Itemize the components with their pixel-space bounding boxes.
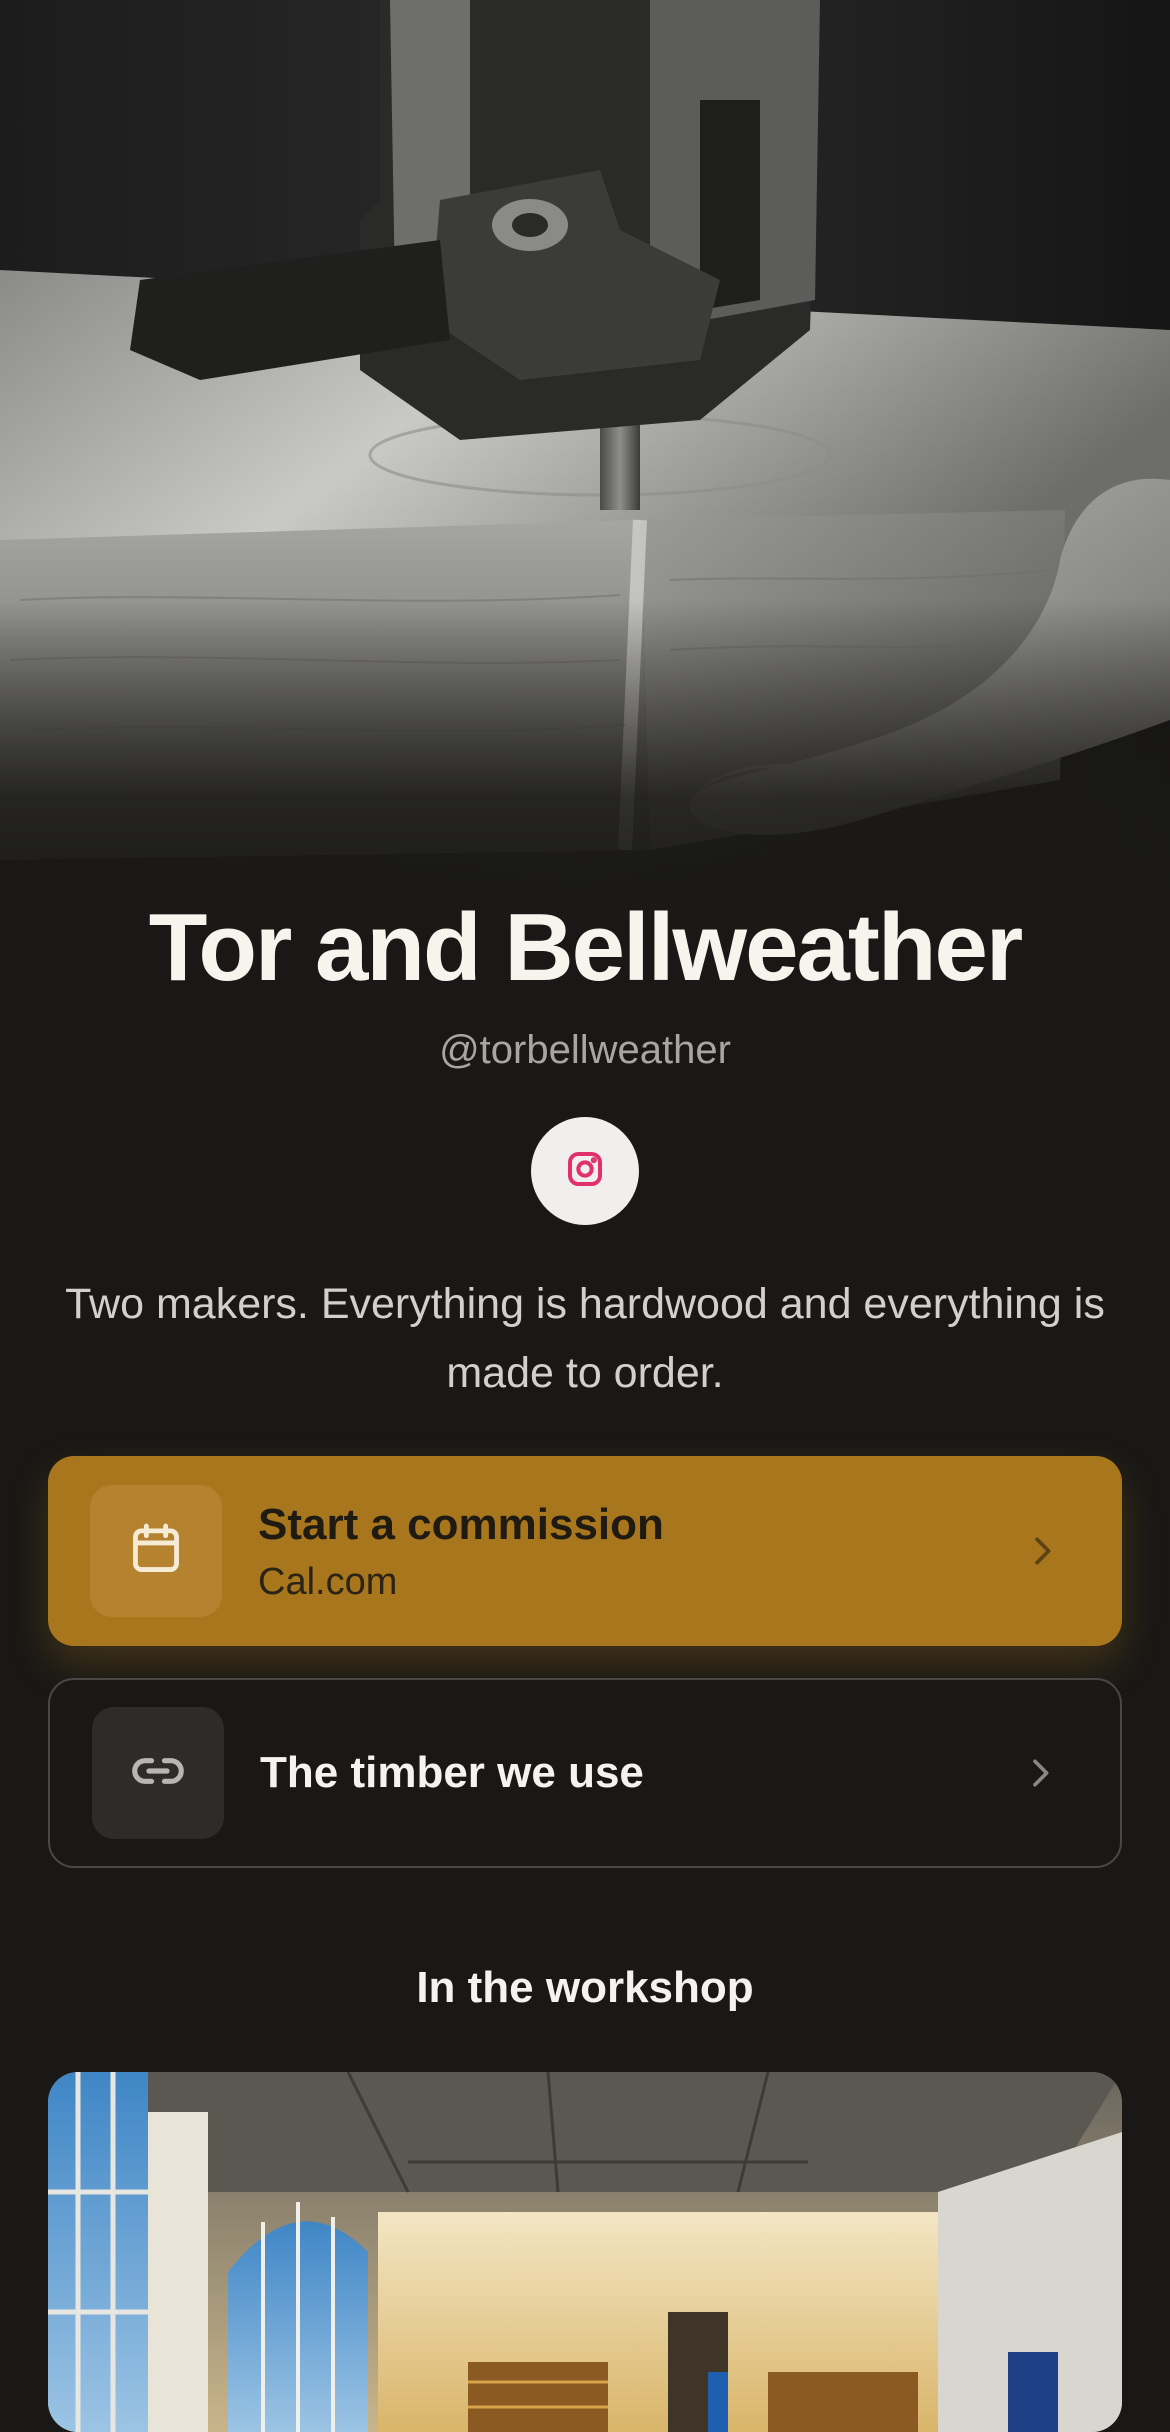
link-subtitle: Cal.com [258, 1561, 398, 1604]
chevron-right-icon [1022, 1531, 1062, 1571]
link-text: Start a commission Cal.com [258, 1499, 664, 1604]
calendar-icon-tile [90, 1485, 222, 1617]
link-title: The timber we use [260, 1747, 644, 1797]
profile-handle: @torbellweather [439, 1028, 731, 1072]
workshop-image[interactable] [48, 2072, 1122, 2432]
start-commission-link[interactable]: Start a commission Cal.com [48, 1456, 1122, 1646]
hero-image [0, 0, 1170, 960]
section-heading: In the workshop [416, 1963, 754, 2012]
profile-bio: Two makers. Everything is hardwood and e… [65, 1280, 1105, 1397]
chevron-right-icon [1020, 1753, 1060, 1793]
instagram-icon [565, 1149, 605, 1194]
link-icon-tile [92, 1707, 224, 1839]
profile-name: Tor and Bellweather [148, 894, 1023, 1001]
calendar-icon [127, 1520, 185, 1583]
link-icon [127, 1740, 189, 1807]
timber-link[interactable]: The timber we use [48, 1678, 1122, 1868]
link-title: Start a commission [258, 1499, 664, 1549]
link-text: The timber we use [260, 1747, 644, 1797]
instagram-button[interactable] [531, 1117, 639, 1225]
